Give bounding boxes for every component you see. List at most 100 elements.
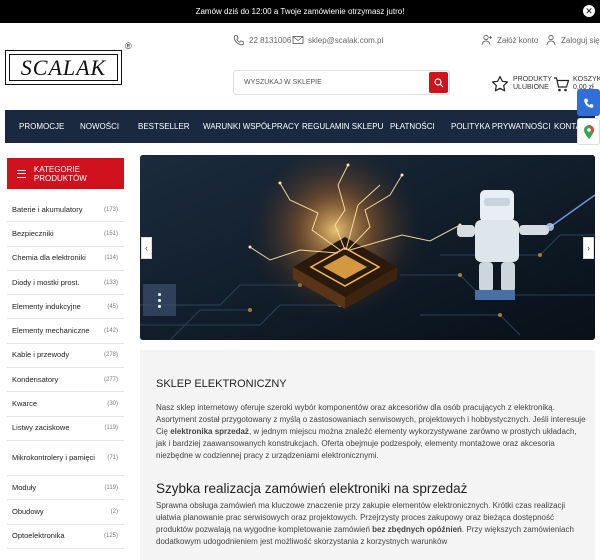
category-name: Mikrokontrolery i pamięci	[12, 452, 95, 462]
nav-item-nowosci[interactable]: NOWOŚCI	[80, 122, 119, 131]
category-name: Baterie i akumulatory	[12, 204, 83, 214]
nav-item-warunki[interactable]: WARUNKI WSPÓŁPRACY	[203, 122, 299, 131]
slider-dot[interactable]	[158, 292, 161, 296]
circuit-illustration	[140, 155, 595, 340]
category-count: (2)	[110, 508, 118, 515]
floating-map-button[interactable]	[577, 118, 600, 145]
category-item[interactable]: Listwy zaciskowe (119)	[7, 417, 124, 441]
category-count: (119)	[104, 425, 118, 432]
favorites-link[interactable]: PRODUKTY ULUBIONE	[491, 72, 552, 96]
categories-header[interactable]: KATEGORIE PRODUKTÓW	[7, 158, 124, 189]
category-item[interactable]: Optoelektronika (125)	[7, 525, 124, 549]
category-item[interactable]: Moduły (119)	[7, 476, 124, 501]
search-bar	[233, 70, 450, 95]
category-count: (173)	[103, 206, 118, 213]
category-count: (278)	[103, 352, 118, 359]
search-icon	[433, 77, 443, 87]
floating-contact-button[interactable]	[577, 89, 600, 116]
category-name: Moduły	[12, 482, 37, 492]
category-name: Chemia dla elektroniki	[12, 253, 86, 263]
slider-dots[interactable]	[143, 284, 176, 316]
category-item[interactable]: Diody i mostki prost. (133)	[7, 271, 124, 296]
seo-content: SKLEP ELEKTRONICZNY Nasz sklep interneto…	[140, 350, 595, 560]
menu-icon	[17, 169, 26, 178]
category-name: Kondensatory	[12, 374, 59, 384]
category-count: (133)	[103, 279, 118, 286]
category-item[interactable]: Elementy indukcyjne (45)	[7, 295, 124, 320]
nav-item-bestseller[interactable]: BESTSELLER	[138, 122, 190, 131]
search-button[interactable]	[429, 72, 448, 93]
favorites-label-1: PRODUKTY	[513, 76, 552, 83]
favorites-label-2: ULUBIONE	[513, 84, 549, 91]
phone-number: 22 8131006	[249, 35, 292, 45]
category-item[interactable]: Kwarce (30)	[7, 392, 124, 417]
categories-title: KATEGORIE PRODUKTÓW	[33, 164, 87, 183]
mail-icon	[292, 36, 304, 44]
category-name: Elementy indukcyjne	[12, 301, 81, 311]
login-link[interactable]: Zaloguj się	[545, 34, 600, 46]
content-title: SKLEP ELEKTRONICZNY	[156, 378, 287, 390]
search-input[interactable]	[234, 71, 429, 94]
content-paragraph-1: Nasz sklep internetowy oferuje szeroki w…	[156, 403, 586, 461]
registered-mark: ®	[125, 41, 132, 51]
category-list: Baterie i akumulatory (173) Bezpieczniki (…	[7, 198, 124, 549]
phone-link[interactable]: 22 8131006	[233, 34, 291, 46]
nav-item-platnosci[interactable]: PŁATNOŚCI	[390, 122, 435, 131]
logo-text: SCALAK	[20, 54, 107, 80]
nav-item-promocje[interactable]: PROMOCJE	[19, 122, 64, 131]
close-icon[interactable]: ✕	[583, 5, 595, 17]
email-address: sklep@scalak.com.pl	[308, 35, 384, 45]
chevron-right-icon: ›	[587, 243, 590, 253]
category-name: Kwarce	[12, 399, 38, 409]
category-count: (277)	[103, 376, 118, 383]
cart-label: KOSZYK	[573, 76, 600, 83]
category-count: (142)	[103, 328, 118, 335]
slider-dot[interactable]	[158, 304, 161, 308]
category-item[interactable]: Chemia dla elektroniki (114)	[7, 247, 124, 271]
register-link[interactable]: Załóż konto	[481, 34, 538, 46]
slider-dot[interactable]	[158, 298, 161, 302]
category-item[interactable]: Mikrokontrolery i pamięci (71)	[7, 441, 124, 476]
map-pin-icon	[583, 124, 594, 139]
hero-prev-button[interactable]: ‹	[141, 237, 152, 259]
phone-icon	[583, 98, 593, 108]
content-bold-link: elektronika sprzedaż	[170, 427, 249, 437]
category-item[interactable]: Bezpieczniki (151)	[7, 222, 124, 247]
category-item[interactable]: Kondensatory (277)	[7, 368, 124, 393]
nav-item-polityka[interactable]: POLITYKA PRYWATNOŚCI	[451, 122, 550, 131]
category-name: Listwy zaciskowe	[12, 423, 70, 433]
content-paragraph-2: Sprawna obsługa zamówień ma kluczowe zna…	[156, 501, 574, 547]
hero-next-button[interactable]: ›	[583, 237, 594, 259]
login-label: Zaloguj się	[561, 35, 600, 45]
user-icon	[546, 34, 556, 46]
category-count: (71)	[107, 454, 118, 461]
star-icon	[491, 75, 509, 92]
nav-item-regulamin[interactable]: REGULAMIN SKLEPU	[302, 122, 383, 131]
email-link[interactable]: sklep@scalak.com.pl	[292, 34, 383, 46]
category-name: Optoelektronika	[12, 531, 65, 541]
category-name: Elementy mechaniczne	[12, 326, 90, 336]
category-item[interactable]: Kable i przewody (278)	[7, 344, 124, 369]
register-label: Załóż konto	[497, 35, 539, 45]
category-count: (114)	[104, 255, 118, 262]
hero-banner[interactable]	[140, 155, 595, 340]
category-count: (119)	[104, 484, 118, 491]
phone-icon	[233, 35, 244, 46]
category-item[interactable]: Elementy mechaniczne (142)	[7, 319, 124, 344]
category-count: (125)	[103, 533, 118, 540]
category-name: Diody i mostki prost.	[12, 277, 80, 287]
category-item[interactable]: Obudowy (2)	[7, 500, 124, 525]
category-count: (30)	[107, 401, 118, 408]
main-navigation: PROMOCJE NOWOŚCI BESTSELLER WARUNKI WSPÓ…	[5, 110, 595, 143]
category-item[interactable]: Baterie i akumulatory (173)	[7, 198, 124, 223]
site-logo[interactable]: SCALAK ®	[5, 41, 132, 89]
cart-icon	[554, 76, 570, 91]
category-name: Kable i przewody	[12, 350, 70, 360]
add-user-icon	[481, 34, 492, 46]
category-name: Bezpieczniki	[12, 228, 54, 238]
promo-bar: Zamów dziś do 12:00 a Twoje zamówienie o…	[0, 0, 600, 23]
category-count: (151)	[103, 230, 118, 237]
category-count: (45)	[107, 303, 118, 310]
chevron-left-icon: ‹	[145, 243, 148, 253]
category-name: Obudowy	[12, 506, 44, 516]
